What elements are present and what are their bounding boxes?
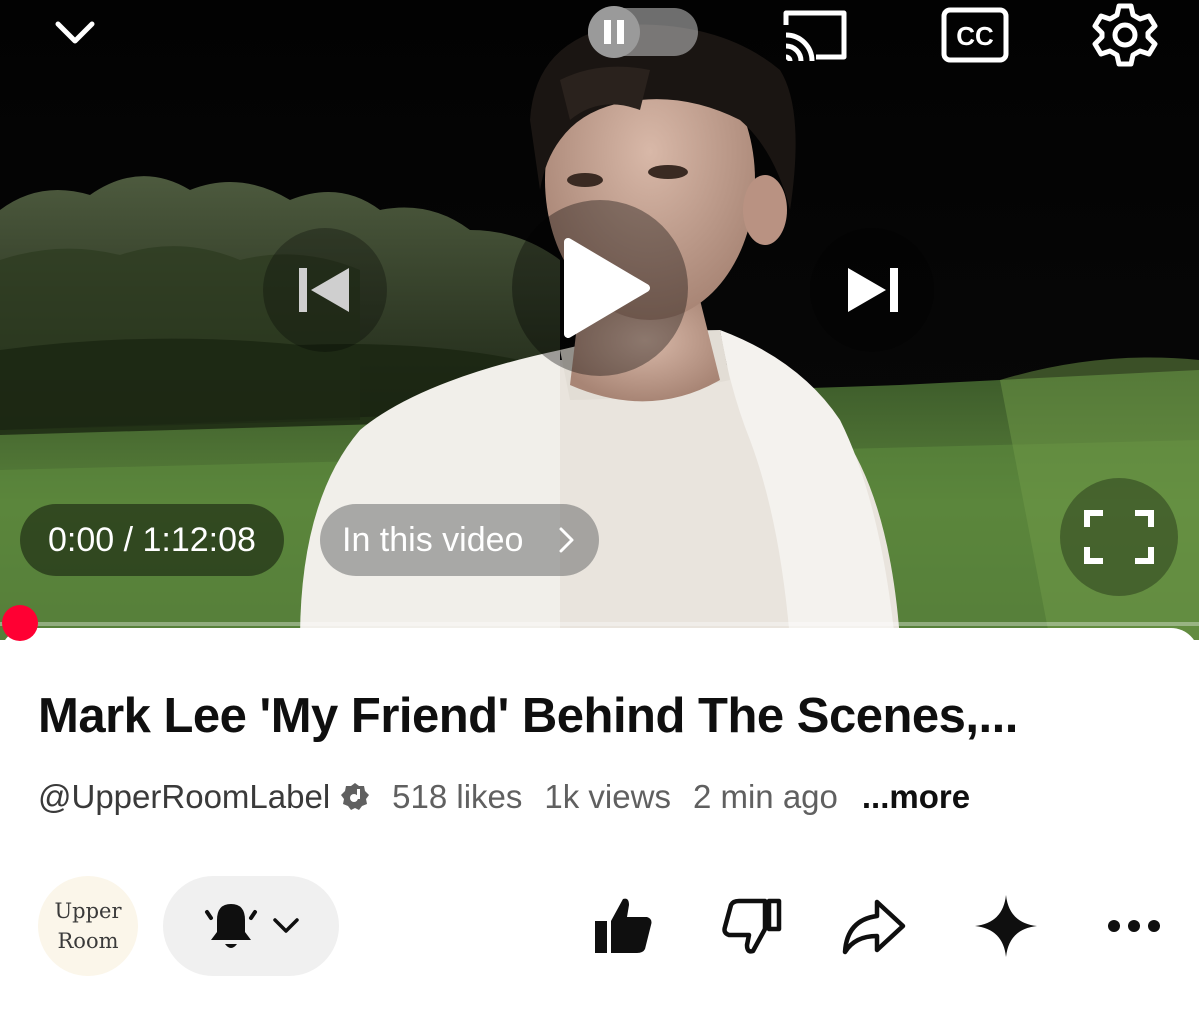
share-icon [842,899,906,955]
share-button[interactable] [838,890,910,962]
fullscreen-button[interactable] [1060,478,1178,596]
channel-handle[interactable]: @UpperRoomLabel [38,778,330,816]
cast-button[interactable] [770,0,860,70]
channel-avatar[interactable]: Upper Room [38,876,138,976]
avatar-text-line1: Upper [54,899,122,923]
cast-icon [783,10,847,62]
captions-button[interactable]: CC [930,0,1020,70]
pause-icon [604,20,624,44]
progress-bar[interactable] [0,622,1199,626]
skip-previous-icon [299,268,349,312]
play-icon [564,238,650,338]
ask-ai-button[interactable] [970,890,1042,962]
chevron-down-icon [55,21,95,44]
gear-icon [1092,3,1158,67]
more-dots-icon [1108,920,1160,932]
chapters-button[interactable]: In this video [320,504,600,576]
video-title[interactable]: Mark Lee 'My Friend' Behind The Scenes,.… [38,688,1168,744]
svg-text:CC: CC [956,21,994,51]
autoplay-knob [588,6,640,58]
dislike-button[interactable] [716,890,788,962]
chevron-right-icon [559,527,574,553]
verified-artist-icon [340,782,370,812]
notification-bell-button[interactable] [163,876,339,976]
next-button[interactable] [810,228,934,352]
time-text: 0:00 / 1:12:08 [48,520,256,559]
upload-age: 2 min ago [692,778,838,815]
chapters-label: In this video [342,520,524,559]
video-info-panel: Mark Lee 'My Friend' Behind The Scenes,.… [0,628,1199,1012]
like-button[interactable] [588,890,660,962]
avatar-text-line2: Room [57,929,119,953]
autoplay-toggle[interactable] [588,6,698,58]
progress-scrubber[interactable] [2,605,38,641]
thumbs-up-icon [595,898,652,953]
chevron-down-icon [273,918,299,933]
time-display: 0:00 / 1:12:08 [20,504,284,576]
video-player[interactable]: CC 0:00 / 1:12:08 In this video [0,0,1199,640]
bell-icon [205,904,257,948]
sparkle-icon [975,895,1037,957]
fullscreen-icon [1084,510,1154,564]
previous-button[interactable] [263,228,387,352]
likes-count: 518 likes [392,778,523,815]
views-count: 1k views [544,778,671,815]
settings-button[interactable] [1080,0,1170,70]
more-link[interactable]: ...more [862,778,970,816]
more-actions-button[interactable] [1098,890,1170,962]
skip-next-icon [848,268,898,312]
collapse-button[interactable] [40,5,110,61]
play-button[interactable] [512,200,688,376]
cc-icon: CC [941,7,1009,63]
thumbs-down-icon [722,898,782,954]
video-metadata[interactable]: @UpperRoomLabel 518 likes 1k views 2 min… [38,778,970,816]
